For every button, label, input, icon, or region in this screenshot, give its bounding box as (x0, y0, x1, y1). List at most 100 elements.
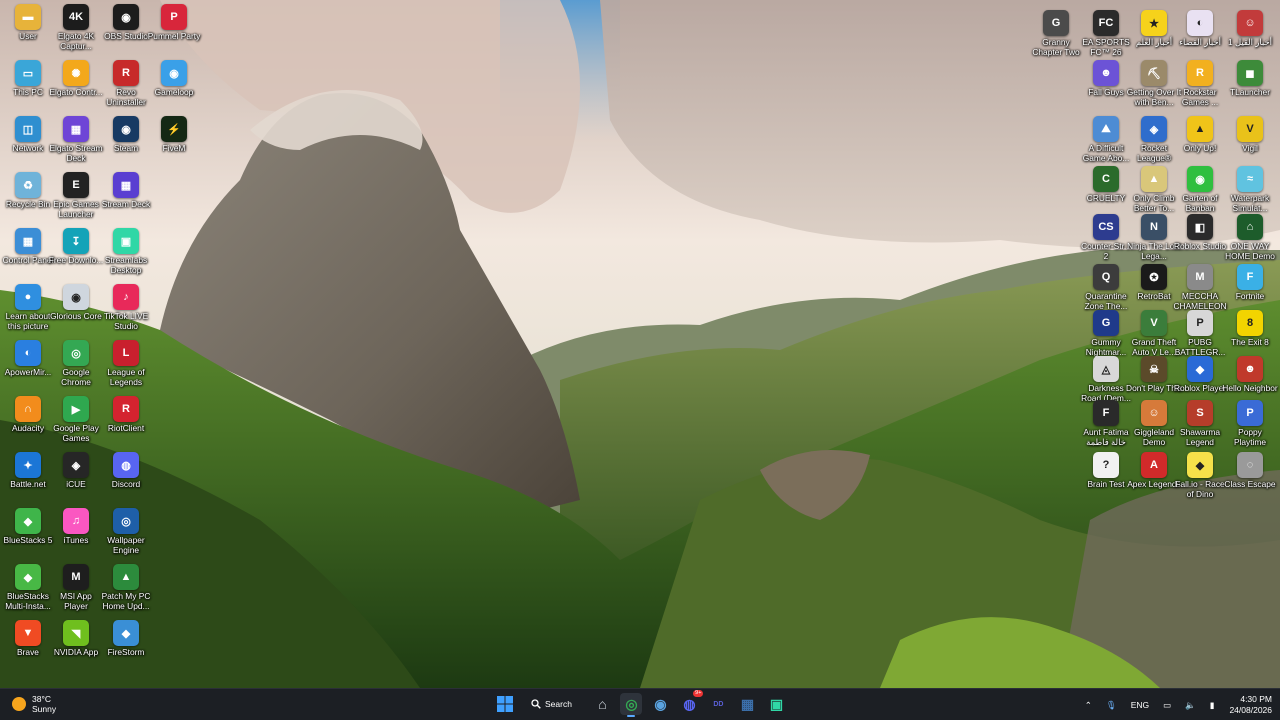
elgato-stream-deck-icon: ▦ (63, 116, 89, 142)
search-button[interactable]: Search (525, 693, 582, 715)
taskbar-app-button[interactable]: ▦ (736, 693, 758, 715)
desktop-icon-league-of-legends[interactable]: L League of Legends (98, 340, 154, 387)
desktop-icon-garten-of-banban[interactable]: ◉ Garten of Banban (1172, 166, 1228, 213)
desktop-icon-msi-app-player[interactable]: M MSI App Player (48, 564, 104, 611)
taskbar-pinned: Search ⌂ ◎ ◉ ◍ 9+ DD ▦ ▣ (490, 690, 791, 717)
taskbar-home-button[interactable]: ⌂ (591, 693, 613, 715)
desktop-icon-label: FireStorm (107, 647, 145, 657)
user-icon: ▬ (15, 4, 41, 30)
desktop-icon-fall-io-race-of-dino[interactable]: ◆ Fall.io - Race of Dino (1172, 452, 1228, 499)
desktop-icon-free-downlo[interactable]: ↧ Free Downlo... (48, 228, 104, 266)
wallpaper-engine-icon: ◎ (113, 508, 139, 534)
desktop-icon-itunes[interactable]: ♫ iTunes (48, 508, 104, 546)
gummy-nightmar-icon: G (1093, 310, 1119, 336)
desktop-icon-label: Fortnite (1235, 291, 1265, 301)
recycle-bin-icon: ♻ (15, 172, 41, 198)
desktop-icon-discord[interactable]: ◍ Discord (98, 452, 154, 490)
desktop-icon-label: RiotClient (107, 423, 145, 433)
aunt-fatima-icon: F (1093, 400, 1119, 426)
ea-sports-fc-26-icon: FC (1093, 10, 1119, 36)
desktop-icon-label: Elgato 4K Captur... (57, 31, 95, 51)
learn-about-this-picture-icon: ● (15, 284, 41, 310)
this-pc-icon: ▭ (15, 60, 41, 86)
pummel-party-icon: P (161, 4, 187, 30)
desktop-icon-vigil[interactable]: V Vigil (1222, 116, 1278, 154)
desktop-icon-epic-games-launcher[interactable]: E Epic Games Launcher (48, 172, 104, 219)
apex-legends-icon: A (1141, 452, 1167, 478)
taskbar-discord-button[interactable]: ◍ 9+ (678, 690, 704, 715)
firestorm-icon: ◆ (113, 620, 139, 646)
desktop-icon-wallpaper-engine[interactable]: ◎ Wallpaper Engine (98, 508, 154, 555)
desktop-icon-1[interactable]: ☺ أخبار القيل 1 (1222, 10, 1278, 48)
desktop-icon-elgato-stream-deck[interactable]: ▦ Elgato Stream Deck (48, 116, 104, 163)
desktop-icon-fivem[interactable]: ⚡ FiveM (146, 116, 202, 154)
weather-condition: Sunny (32, 704, 57, 714)
desktop-icon-only-up[interactable]: ▲ Only Up! (1172, 116, 1228, 154)
desktop-icon-google-chrome[interactable]: ◎ Google Chrome (48, 340, 104, 387)
desktop-icon-one-way-home-demo[interactable]: ⌂ ONE WAY HOME Demo (1222, 214, 1278, 261)
desktop-icon-label: PUBG BATTLEGR... (1174, 337, 1226, 357)
desktop-icon-fortnite[interactable]: F Fortnite (1222, 264, 1278, 302)
desktop-icon-class-escape[interactable]: ◌ Class Escape (1222, 452, 1278, 490)
desktop-icon-rockstar-games[interactable]: R Rockstar Games ... (1172, 60, 1228, 107)
desktop-icon-patch-my-pc-home-upd[interactable]: ▲ Patch My PC Home Upd... (98, 564, 154, 611)
desktop-icon-streamlabs-desktop[interactable]: ▣ Streamlabs Desktop (98, 228, 154, 275)
taskbar-chrome-button[interactable]: ◎ (620, 693, 643, 717)
desktop-icon-hello-neighbor[interactable]: ☻ Hello Neighbor (1222, 356, 1278, 394)
desktop-icon-elgato-contr[interactable]: ✺ Elgato Contr... (48, 60, 104, 98)
desktop-icon-tlauncher[interactable]: ◼ TLauncher (1222, 60, 1278, 98)
desktop-icon-icue[interactable]: ◈ iCUE (48, 452, 104, 490)
desktop-icon-poppy-playtime[interactable]: P Poppy Playtime (1222, 400, 1278, 447)
desktop-icon-granny-chapter-two[interactable]: G Granny Chapter Two (1028, 10, 1084, 57)
battery-icon[interactable]: ▮ (1210, 700, 1215, 711)
desktop-icon-roblox-studio[interactable]: ◧ Roblox Studio (1172, 214, 1228, 252)
volume-icon[interactable]: 🔈 (1185, 700, 1196, 711)
desktop-icon-label: TikTok LIVE Studio (103, 311, 149, 331)
desktop-icon-label: ONE WAY HOME Demo (1225, 241, 1275, 261)
fortnite-icon: F (1237, 264, 1263, 290)
desktop-icon-google-play-games[interactable]: ▶ Google Play Games (48, 396, 104, 443)
discord-icon: ◍ (113, 452, 139, 478)
streamlabs-icon: ▣ (769, 695, 784, 712)
taskbar-dd-button[interactable]: DD (707, 693, 729, 715)
pubg-battlegr-icon: P (1187, 310, 1213, 336)
desktop-icon-the-exit-8[interactable]: 8 The Exit 8 (1222, 310, 1278, 348)
desktop-icon-waterpark-simulat[interactable]: ≈ Waterpark Simulat... (1222, 166, 1278, 213)
icue-icon: ◈ (63, 452, 89, 478)
nvidia-app-icon: ◥ (63, 620, 89, 646)
desktop-icon-label: Shawarma Legend (1179, 427, 1221, 447)
desktop-icon-riotclient[interactable]: R RiotClient (98, 396, 154, 434)
cruelty-icon: C (1093, 166, 1119, 192)
desktop-icon-app[interactable]: ◐ أخبار القضاء (1172, 10, 1228, 48)
class-escape-icon: ◌ (1237, 452, 1263, 478)
dd-icon: DD (713, 700, 724, 708)
desktop-icon-label: MECCHA CHAMELEON (1173, 291, 1227, 311)
start-button[interactable] (494, 693, 516, 715)
display-icon[interactable]: ▭ (1163, 700, 1171, 711)
desktop-icon-meccha-chameleon[interactable]: M MECCHA CHAMELEON (1172, 264, 1228, 311)
desktop-icon-firestorm[interactable]: ◆ FireStorm (98, 620, 154, 658)
desktop-icon-pubg-battlegr[interactable]: P PUBG BATTLEGR... (1172, 310, 1228, 357)
chevron-up-icon[interactable]: ⌃ (1085, 700, 1092, 711)
desktop-icon-gameloop[interactable]: ◉ Gameloop (146, 60, 202, 98)
desktop-icon-roblox-player[interactable]: ◆ Roblox Player (1172, 356, 1228, 394)
revo-uninstaller-icon: R (113, 60, 139, 86)
desktop-icon-stream-deck[interactable]: ▦ Stream Deck (98, 172, 154, 210)
desktop-icon-tiktok-live-studio[interactable]: ♪ TikTok LIVE Studio (98, 284, 154, 331)
weather-widget[interactable]: 38°C Sunny (12, 694, 56, 714)
itunes-icon: ♫ (63, 508, 89, 534)
microphone-icon[interactable]: 🎙 (1106, 700, 1117, 711)
league-of-legends-icon: L (113, 340, 139, 366)
desktop-icon-pummel-party[interactable]: P Pummel Party (146, 4, 202, 42)
desktop-icon-glorious-core[interactable]: ◉ Glorious Core (48, 284, 104, 322)
desktop-icon-elgato-4k-captur[interactable]: 4K Elgato 4K Captur... (48, 4, 104, 51)
taskbar-steam-button[interactable]: ◉ (649, 693, 671, 715)
desktop-icon-nvidia-app[interactable]: ◥ NVIDIA App (48, 620, 104, 658)
taskbar-streamlabs-button[interactable]: ▣ (765, 693, 787, 715)
clock[interactable]: 4:30 PM 24/08/2026 (1229, 694, 1272, 716)
language-indicator[interactable]: ENG (1131, 700, 1149, 710)
retrobat-icon: ✪ (1141, 264, 1167, 290)
desktop-icon-label: Streamlabs Desktop (104, 255, 148, 275)
desktop-icon-shawarma-legend[interactable]: S Shawarma Legend (1172, 400, 1228, 447)
desktop-icon-label: iTunes (63, 535, 89, 545)
